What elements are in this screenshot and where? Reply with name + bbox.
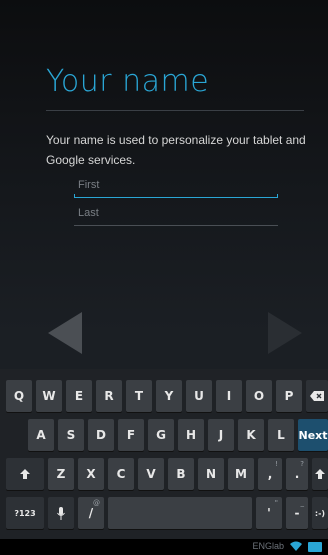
key-z[interactable]: Z: [48, 458, 74, 490]
period-alt-label: ?: [300, 460, 304, 468]
shift-icon: [315, 469, 325, 479]
key-period[interactable]: . ?: [286, 458, 308, 490]
apostrophe-label: ': [267, 506, 271, 520]
key-c[interactable]: C: [108, 458, 134, 490]
arrow-right-icon: [268, 312, 302, 354]
soft-keyboard: Q W E R T Y U I O P A S D F G H J K L Ne…: [0, 369, 328, 539]
key-t[interactable]: T: [126, 380, 152, 412]
last-name-placeholder: Last: [78, 207, 99, 219]
backspace-icon: [310, 391, 324, 401]
apostrophe-alt-label: ": [274, 499, 278, 507]
key-u[interactable]: U: [186, 380, 212, 412]
dash-alt-label: _: [300, 499, 305, 507]
slash-alt-label: @: [93, 499, 100, 507]
next-key[interactable]: Next: [298, 419, 328, 451]
key-m[interactable]: M: [228, 458, 254, 490]
first-name-placeholder: First: [78, 179, 100, 191]
key-l[interactable]: L: [268, 419, 294, 451]
comma-alt-label: !: [275, 460, 278, 468]
wifi-icon: [290, 541, 302, 554]
key-s[interactable]: S: [58, 419, 84, 451]
key-h[interactable]: H: [178, 419, 204, 451]
key-w[interactable]: W: [36, 380, 62, 412]
key-n[interactable]: N: [198, 458, 224, 490]
title-divider: [46, 110, 304, 111]
period-label: .: [294, 467, 300, 481]
shift-icon: [20, 469, 30, 479]
smiley-key[interactable]: :-): [312, 497, 328, 529]
key-apostrophe[interactable]: ' ": [256, 497, 282, 529]
backspace-key[interactable]: [306, 380, 328, 412]
shift-key-right[interactable]: [312, 458, 328, 490]
next-nav-button[interactable]: [268, 312, 304, 356]
arrow-left-icon: [48, 312, 82, 354]
key-v[interactable]: V: [138, 458, 164, 490]
key-p[interactable]: P: [276, 380, 302, 412]
setup-screen: Your name Your name is used to personali…: [0, 0, 328, 555]
microphone-icon: [57, 506, 65, 520]
watermark-text: ENGlab: [252, 541, 284, 551]
key-y[interactable]: Y: [156, 380, 182, 412]
key-comma[interactable]: , !: [258, 458, 282, 490]
key-j[interactable]: J: [208, 419, 234, 451]
key-e[interactable]: E: [66, 380, 92, 412]
key-k[interactable]: K: [238, 419, 264, 451]
first-name-input[interactable]: First: [74, 178, 278, 198]
key-o[interactable]: O: [246, 380, 272, 412]
symbols-key[interactable]: ?123: [6, 497, 44, 529]
comma-label: ,: [267, 467, 273, 481]
slash-label: /: [88, 506, 94, 520]
key-d[interactable]: D: [88, 419, 114, 451]
key-f[interactable]: F: [118, 419, 144, 451]
shift-key-left[interactable]: [6, 458, 44, 490]
status-bar: ENGlab: [0, 539, 328, 555]
key-g[interactable]: G: [148, 419, 174, 451]
key-i[interactable]: I: [216, 380, 242, 412]
spacebar[interactable]: [108, 497, 252, 529]
signal-icon: [308, 542, 322, 552]
back-button[interactable]: [48, 312, 84, 356]
description-text: Your name is used to personalize your ta…: [46, 133, 306, 167]
key-dash[interactable]: - _: [286, 497, 308, 529]
key-r[interactable]: R: [96, 380, 122, 412]
key-a[interactable]: A: [28, 419, 54, 451]
dash-label: -: [294, 506, 300, 520]
last-name-input[interactable]: Last: [74, 206, 278, 226]
voice-input-key[interactable]: [48, 497, 74, 529]
page-title: Your name: [46, 64, 210, 99]
key-slash[interactable]: / @: [78, 497, 104, 529]
key-b[interactable]: B: [168, 458, 194, 490]
key-q[interactable]: Q: [6, 380, 32, 412]
key-x[interactable]: X: [78, 458, 104, 490]
